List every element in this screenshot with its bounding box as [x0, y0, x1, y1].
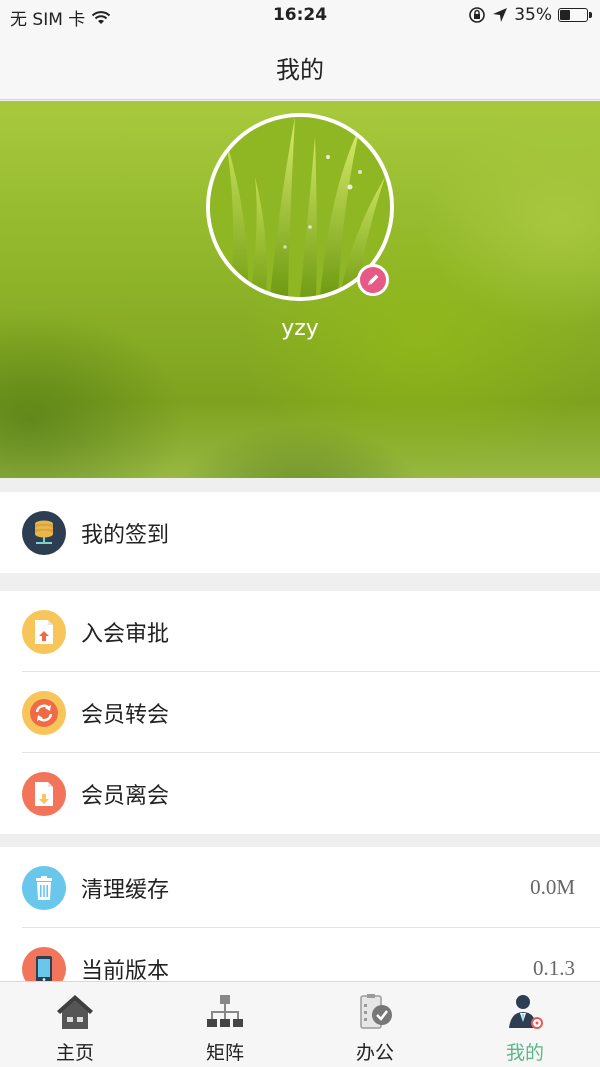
status-right-group: 35%: [468, 5, 592, 25]
status-bar: 无 SIM 卡 16:24 35%: [0, 0, 600, 32]
list-item-member-leave[interactable]: 会员离会: [0, 753, 600, 834]
nav-bar: 我的: [0, 32, 600, 100]
username: yzy: [281, 316, 319, 341]
list-item-label: 清理缓存: [81, 877, 170, 903]
tab-bar: 主页 矩阵 办公 我的: [0, 981, 600, 1067]
version-number: 0.1.3: [533, 956, 575, 980]
list-item-label: 会员离会: [81, 783, 170, 809]
tab-office[interactable]: 办公: [300, 982, 450, 1067]
tab-label: 我的: [505, 1042, 544, 1064]
tab-home[interactable]: 主页: [0, 982, 150, 1067]
trash-icon: [22, 865, 66, 910]
battery-icon: [558, 8, 592, 22]
edit-avatar-button[interactable]: [357, 264, 389, 296]
battery-percent: 35%: [514, 5, 552, 25]
location-icon: [493, 8, 508, 22]
list-item-clear-cache[interactable]: 清理缓存 0.0M: [0, 847, 600, 928]
home-icon: [57, 995, 93, 1029]
list-item-member-transfer[interactable]: 会员转会: [0, 672, 600, 753]
orientation-lock-icon: [469, 7, 486, 23]
list-item-label: 入会审批: [81, 621, 170, 647]
list-item-label: 会员转会: [81, 702, 170, 728]
transfer-icon: [22, 690, 66, 735]
document-download-icon: [22, 771, 66, 816]
profile-header: yzy: [0, 101, 600, 478]
tab-matrix[interactable]: 矩阵: [150, 982, 300, 1067]
profile-icon: [509, 995, 543, 1029]
office-icon: [360, 994, 392, 1029]
list-item-label: 我的签到: [81, 522, 170, 548]
document-upload-icon: [22, 609, 66, 654]
tab-label: 办公: [355, 1042, 394, 1064]
battery-fill: [560, 10, 570, 20]
list-item-checkin[interactable]: 我的签到: [0, 492, 600, 573]
tab-label: 矩阵: [205, 1042, 244, 1064]
pencil-icon: [368, 274, 379, 285]
list-item-label: 当前版本: [81, 958, 170, 984]
matrix-icon: [207, 995, 243, 1027]
server-icon: [22, 510, 66, 555]
tab-profile[interactable]: 我的: [450, 982, 600, 1067]
list-item-join-approval[interactable]: 入会审批: [0, 591, 600, 672]
cache-size: 0.0M: [530, 875, 575, 899]
membership-group: 入会审批 会员转会 会员离会: [0, 591, 600, 834]
checkin-group: 我的签到: [0, 492, 600, 573]
page-title: 我的: [276, 56, 324, 84]
tab-label: 主页: [55, 1042, 94, 1064]
